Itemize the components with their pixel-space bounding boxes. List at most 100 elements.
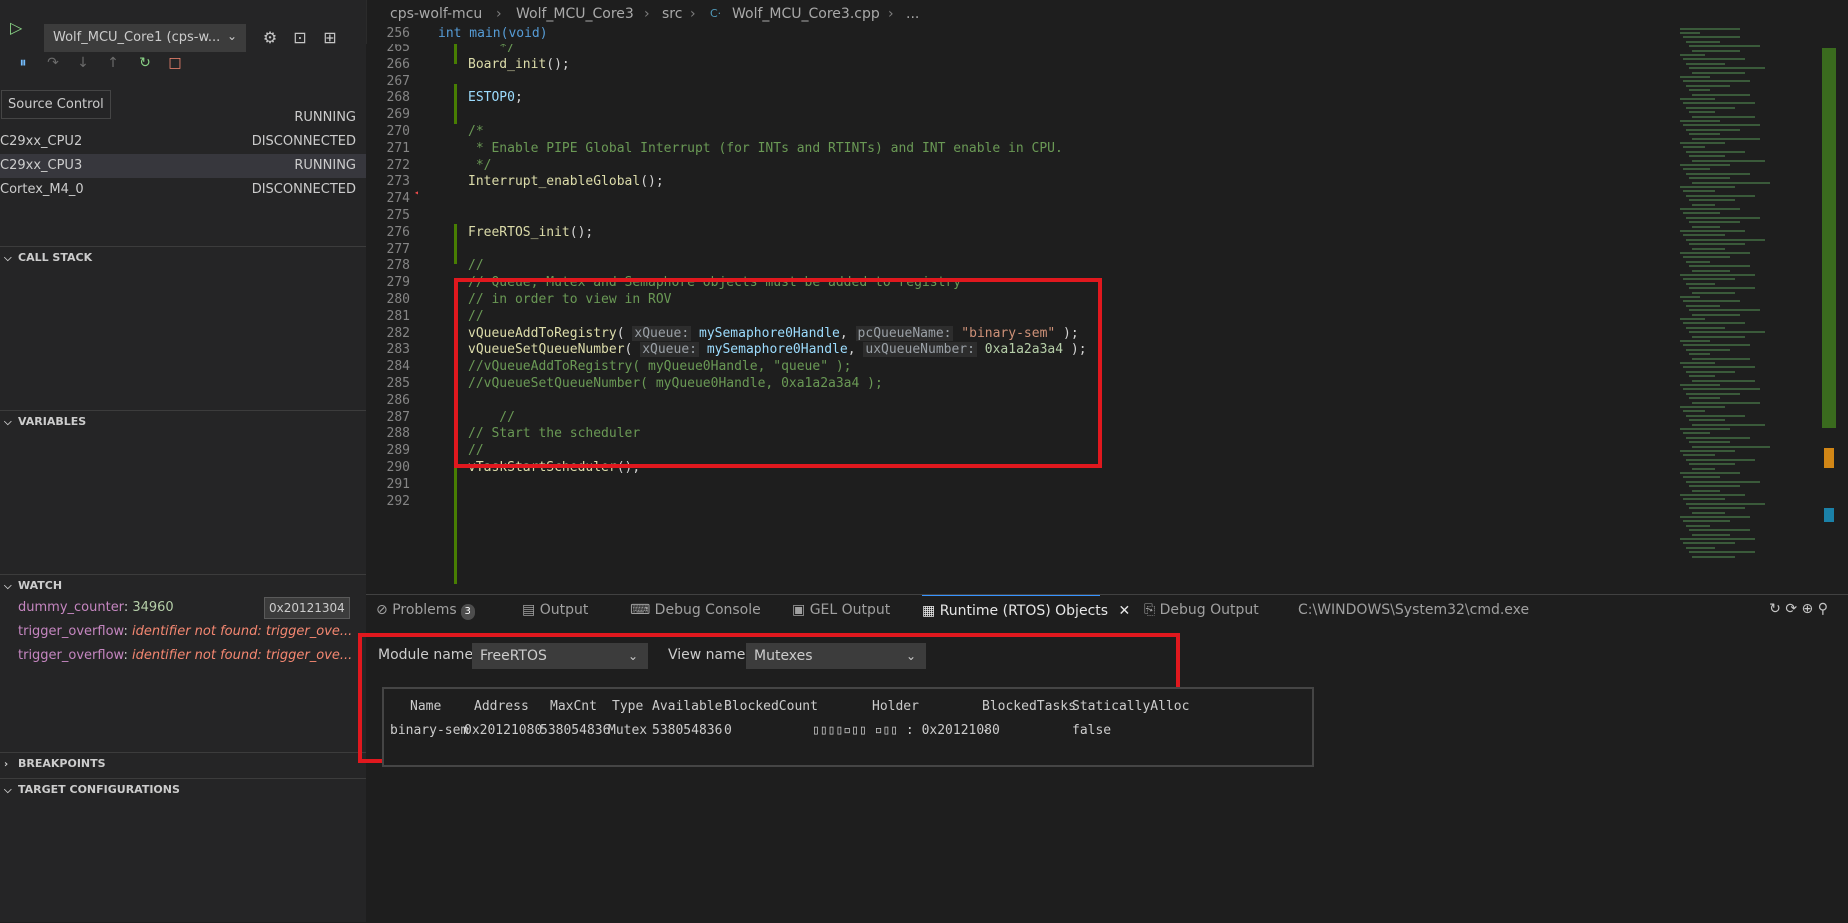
table-cell: 0x20121080 xyxy=(464,723,543,738)
tab-output[interactable]: ▤ Output xyxy=(522,595,588,625)
minimap-line xyxy=(1683,278,1735,281)
column-header[interactable]: StaticallyAlloc xyxy=(1072,699,1189,714)
minimap-line xyxy=(1686,392,1740,395)
minimap-line xyxy=(1689,265,1750,268)
tab-label: Runtime (RTOS) Objects xyxy=(939,603,1109,619)
minimap-line xyxy=(1692,379,1755,382)
minimap-line xyxy=(1680,186,1735,188)
breakpoints-header[interactable]: › BREAKPOINTS xyxy=(0,752,366,775)
minimap-line xyxy=(1692,115,1755,118)
watch-item[interactable]: trigger_overflow: identifier not found: … xyxy=(0,645,366,667)
minimap-line xyxy=(1680,274,1755,276)
sticky-scroll-line[interactable]: 256 int main(void) xyxy=(366,24,1680,44)
module-name-select[interactable]: FreeRTOS ⌄ xyxy=(472,643,648,669)
watch-item[interactable]: dummy_counter: 34960 0x20121304 xyxy=(0,597,366,619)
minimap-line xyxy=(1683,454,1715,457)
problems-count-badge: 3 xyxy=(460,604,475,620)
start-debugging-icon[interactable]: ▷ xyxy=(10,18,36,44)
scrollbar-change-marker xyxy=(1822,48,1836,428)
gear-icon[interactable]: ⚙ xyxy=(258,24,282,52)
stop-icon[interactable]: □ xyxy=(164,52,186,74)
column-header[interactable]: Available xyxy=(652,699,722,714)
minimap-line xyxy=(1683,212,1720,215)
target-configurations-header[interactable]: ⌵ TARGET CONFIGURATIONS xyxy=(0,778,366,801)
minimap-line xyxy=(1692,335,1745,338)
chevron-down-icon: ⌵ xyxy=(4,785,12,796)
minimap-line xyxy=(1686,84,1730,87)
highlight-box xyxy=(454,278,1102,468)
table-cell: 0 xyxy=(724,723,732,738)
call-stack-header[interactable]: ⌵ CALL STACK xyxy=(0,246,366,269)
minimap[interactable] xyxy=(1676,28,1810,593)
minimap-line xyxy=(1692,269,1730,272)
minimap-line xyxy=(1692,225,1720,228)
tab-cmd[interactable]: C:\WINDOWS\System32\cmd.exe xyxy=(1298,595,1529,625)
debug-config-select[interactable]: Wolf_MCU_Core1 (cps-w... ⌄ xyxy=(44,24,246,52)
close-icon[interactable]: ✕ xyxy=(1119,603,1131,619)
column-header[interactable]: BlockedCount xyxy=(724,699,818,714)
minimap-line xyxy=(1692,291,1735,294)
thread-state: DISCONNECTED xyxy=(251,134,356,149)
editor-scrollbar[interactable] xyxy=(1810,28,1848,593)
column-header[interactable]: Holder xyxy=(872,699,919,714)
minimap-line xyxy=(1680,98,1715,100)
thread-state: RUNNING xyxy=(294,110,356,125)
tab-problems[interactable]: ⊘ Problems 3 xyxy=(376,595,475,625)
step-into-icon[interactable]: ↓ xyxy=(72,52,94,74)
watch-error: identifier not found: trigger_ove... xyxy=(131,624,353,639)
minimap-line xyxy=(1683,168,1710,171)
watch-header[interactable]: ⌵ WATCH xyxy=(0,574,366,597)
minimap-line xyxy=(1692,489,1720,492)
table-cell: - xyxy=(982,723,990,738)
step-out-icon[interactable]: ↑ xyxy=(102,52,124,74)
watch-item[interactable]: trigger_overflow: identifier not found: … xyxy=(0,621,366,643)
step-over-icon[interactable]: ↷ xyxy=(42,52,64,74)
gutter-change-marker xyxy=(454,224,457,264)
minimap-line xyxy=(1689,353,1710,356)
tab-runtime-objects[interactable]: ▦ Runtime (RTOS) Objects ✕ xyxy=(922,595,1130,626)
new-window-icon[interactable]: ⊕ xyxy=(1802,601,1814,617)
minimap-line xyxy=(1683,542,1735,545)
column-header[interactable]: Address xyxy=(474,699,529,714)
column-header[interactable]: Type xyxy=(612,699,643,714)
pause-icon[interactable]: ⏸ xyxy=(12,52,34,74)
code-line[interactable]: 292 xyxy=(366,492,1680,512)
code-editor[interactable]: 265 */266 Board_init(); 267 268 ESTOP0; 269 27… xyxy=(366,44,1680,594)
column-header[interactable]: MaxCnt xyxy=(550,699,597,714)
table-cell: ▯▯▯▯▫▯▯ ▫▯▯ : 0x20121080 xyxy=(812,723,1000,738)
minimap-line xyxy=(1689,221,1740,224)
column-header[interactable]: Name xyxy=(410,699,441,714)
tab-gel-output[interactable]: ▣ GEL Output xyxy=(792,595,890,625)
terminal-icon[interactable]: ⊡ xyxy=(288,24,312,52)
restart-icon[interactable]: ↻ xyxy=(134,52,156,74)
view-name-select[interactable]: Mutexes ⌄ xyxy=(746,643,926,669)
minimap-line xyxy=(1689,375,1715,378)
column-header[interactable]: BlockedTasks xyxy=(982,699,1076,714)
minimap-line xyxy=(1680,120,1720,122)
thread-name: Cortex_M4_0 xyxy=(0,182,84,197)
tab-debug-console[interactable]: ⌨ Debug Console xyxy=(630,595,761,625)
minimap-line xyxy=(1683,58,1745,61)
tab-label: C:\WINDOWS\System32\cmd.exe xyxy=(1298,602,1530,618)
minimap-line xyxy=(1689,441,1730,444)
minimap-line xyxy=(1686,480,1760,483)
minimap-line xyxy=(1686,40,1720,43)
variables-header[interactable]: ⌵ VARIABLES xyxy=(0,410,366,433)
tab-debug-output[interactable]: ⎘ Debug Output xyxy=(1144,595,1259,625)
thread-row[interactable]: C29xx_CPU3 RUNNING xyxy=(0,154,366,178)
thread-row[interactable]: Cortex_M4_0 DISCONNECTED xyxy=(0,178,366,202)
minimap-line xyxy=(1683,322,1745,325)
breakpoint-marker-icon[interactable]: ◂ xyxy=(414,188,419,197)
minimap-line xyxy=(1683,366,1755,369)
thread-row[interactable]: C29xx_CPU2 DISCONNECTED xyxy=(0,130,366,154)
minimap-line xyxy=(1692,357,1750,360)
minimap-line xyxy=(1680,450,1735,452)
refresh-icon[interactable]: ↻ xyxy=(1769,601,1781,617)
minimap-line xyxy=(1689,529,1750,532)
pin-icon[interactable]: ⚲ xyxy=(1818,601,1828,617)
open-folder-icon[interactable]: ⊞ xyxy=(318,24,342,52)
minimap-line xyxy=(1683,190,1715,193)
scrollbar-info-marker xyxy=(1824,508,1834,522)
minimap-line xyxy=(1680,230,1745,232)
sync-icon[interactable]: ⟳ xyxy=(1785,601,1797,617)
